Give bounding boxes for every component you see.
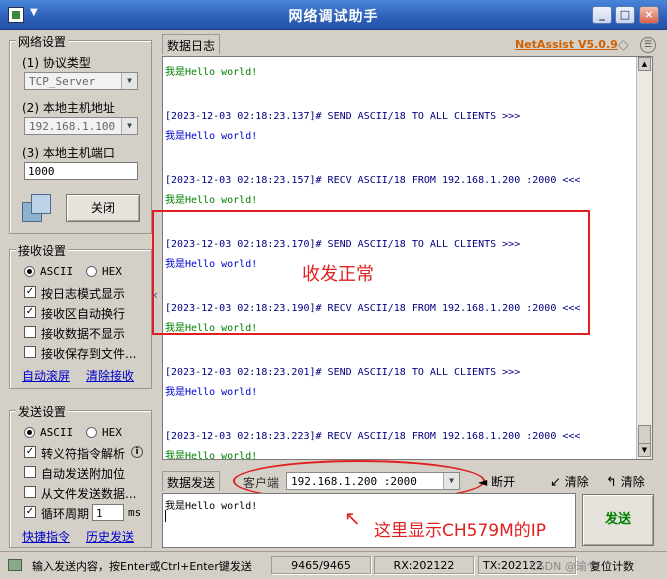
- tab-data-log[interactable]: 数据日志: [162, 34, 221, 54]
- log-line: 我是Hello world!: [165, 451, 258, 460]
- save-file-label: 接收保存到文件...: [41, 347, 137, 361]
- loop-checkbox[interactable]: ✓: [24, 506, 36, 518]
- close-connection-button[interactable]: 关闭: [66, 194, 140, 222]
- watermark: CSDN @瑜兮: [530, 560, 598, 573]
- diamond-icon[interactable]: ◇: [618, 37, 629, 53]
- log-line: 我是Hello world!: [165, 387, 258, 398]
- curve-arrow-icon: ↙: [550, 475, 561, 490]
- scroll-up-icon[interactable]: ▲: [638, 57, 651, 71]
- receive-ascii-label: ASCII: [40, 265, 74, 278]
- window-title: 网络调试助手: [288, 9, 379, 25]
- title-bar: ▼ 网络调试助手 _ □ ×: [0, 0, 667, 30]
- send-ascii-label: ASCII: [40, 426, 74, 439]
- log-line: [2023-12-03 02:18:23.157]# RECV ASCII/18…: [165, 175, 581, 186]
- loop-label: 循环周期: [41, 507, 90, 521]
- clear-all-button[interactable]: ↰ 清除: [606, 473, 645, 490]
- send-button[interactable]: 发送: [582, 494, 654, 546]
- hide-data-label: 接收数据不显示: [41, 327, 126, 341]
- disconnect-label: 断开: [491, 475, 516, 489]
- host-select[interactable]: 192.168.1.100 ▼: [24, 117, 138, 135]
- send-settings-title: 发送设置: [16, 403, 69, 420]
- history-link[interactable]: 历史发送: [86, 528, 134, 545]
- text-cursor: [165, 510, 166, 522]
- log-line: 我是Hello world!: [165, 195, 258, 206]
- protocol-label: (1) 协议类型: [22, 56, 91, 70]
- protocol-value: TCP_Server: [29, 75, 96, 88]
- clear-send-button[interactable]: ↙ 清除: [550, 473, 589, 490]
- receive-hex-label: HEX: [102, 265, 122, 278]
- info-icon[interactable]: i: [131, 446, 143, 458]
- send-hex-label: HEX: [102, 426, 122, 439]
- append-label: 自动发送附加位: [41, 467, 126, 481]
- log-scrollbar[interactable]: ▲ ▼: [636, 57, 652, 459]
- status-bar: 输入发送内容，按Enter或Ctrl+Enter键发送 9465/9465 RX…: [0, 551, 667, 579]
- receive-ascii-radio[interactable]: [24, 266, 35, 277]
- connection-icon: [22, 194, 52, 224]
- disconnect-button[interactable]: ◄ 断开: [478, 473, 515, 490]
- send-input-text: 我是Hello world!: [165, 501, 258, 512]
- port-input[interactable]: 1000: [24, 162, 138, 180]
- log-line: 我是Hello world!: [165, 67, 258, 78]
- hide-data-checkbox[interactable]: [24, 326, 36, 338]
- maximize-button[interactable]: □: [615, 6, 635, 24]
- scroll-down-icon[interactable]: ▼: [638, 443, 651, 457]
- protocol-select[interactable]: TCP_Server ▼: [24, 72, 138, 90]
- log-line: 我是Hello world!: [165, 131, 258, 142]
- chevron-down-icon[interactable]: ▼: [121, 118, 137, 134]
- file-send-label: 从文件发送数据...: [41, 487, 137, 501]
- arrow-left-icon: ◄: [478, 475, 488, 489]
- append-checkbox[interactable]: [24, 466, 36, 478]
- status-icon: [8, 559, 22, 571]
- status-hint: 输入发送内容，按Enter或Ctrl+Enter键发送: [32, 560, 252, 573]
- escape-checkbox[interactable]: ✓: [24, 446, 36, 458]
- host-label: (2) 本地主机地址: [22, 101, 115, 115]
- tab-data-send[interactable]: 数据发送: [162, 471, 221, 491]
- close-window-button[interactable]: ×: [639, 6, 659, 24]
- clear-receive-link[interactable]: 清除接收: [86, 367, 134, 384]
- log-mode-checkbox[interactable]: ✓: [24, 286, 36, 298]
- autowrap-label: 接收区自动换行: [41, 307, 126, 321]
- help-icon[interactable]: ☰: [640, 37, 656, 53]
- log-line: [2023-12-03 02:18:23.137]# SEND ASCII/18…: [165, 111, 521, 122]
- escape-label: 转义符指令解析: [41, 447, 126, 461]
- brand-link[interactable]: NetAssist V5.0.9: [515, 38, 618, 51]
- chevron-down-icon[interactable]: ▼: [121, 73, 137, 89]
- autowrap-checkbox[interactable]: ✓: [24, 306, 36, 318]
- log-line: [2023-12-03 02:18:23.201]# SEND ASCII/18…: [165, 367, 521, 378]
- autoscroll-link[interactable]: 自动滚屏: [22, 367, 70, 384]
- loop-unit-label: ms: [128, 506, 142, 519]
- log-mode-label: 按日志模式显示: [41, 287, 126, 301]
- file-send-checkbox[interactable]: [24, 486, 36, 498]
- loop-interval-input[interactable]: 1: [92, 504, 124, 521]
- count-cell: 9465/9465: [271, 556, 371, 574]
- save-file-checkbox[interactable]: [24, 346, 36, 358]
- send-hex-radio[interactable]: [86, 427, 97, 438]
- receive-hex-radio[interactable]: [86, 266, 97, 277]
- rx-count: RX:202122: [374, 556, 474, 574]
- reset-count-button[interactable]: 复位计数: [590, 558, 634, 574]
- annotation-arrow-icon: ↖: [344, 506, 361, 530]
- receive-settings-title: 接收设置: [16, 242, 69, 259]
- send-ascii-radio[interactable]: [24, 427, 35, 438]
- clear-all-label: 清除: [620, 475, 645, 489]
- ip-annotation-text: 这里显示CH579M的IP: [374, 521, 547, 541]
- shortcut-link[interactable]: 快捷指令: [22, 528, 70, 545]
- network-settings-title: 网络设置: [16, 33, 69, 50]
- curve-arrow-icon: ↰: [606, 475, 617, 490]
- log-line: [2023-12-03 02:18:23.223]# RECV ASCII/18…: [165, 431, 581, 442]
- scroll-thumb[interactable]: [638, 425, 651, 445]
- minimize-button[interactable]: _: [592, 6, 612, 24]
- port-label: (3) 本地主机端口: [22, 146, 115, 160]
- annotation-text: 收发正常: [302, 264, 374, 285]
- host-value: 192.168.1.100: [29, 120, 116, 133]
- clear-send-label: 清除: [564, 475, 589, 489]
